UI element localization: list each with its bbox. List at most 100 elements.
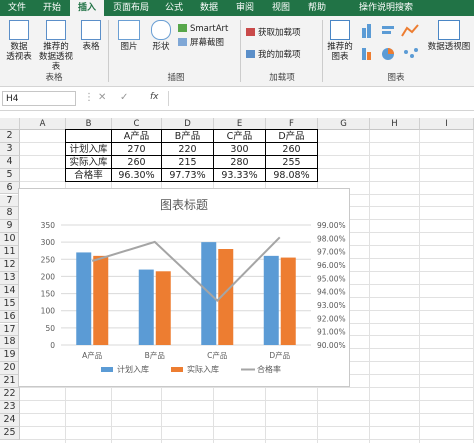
formula-input[interactable] bbox=[168, 91, 473, 106]
row-header[interactable]: 7 bbox=[0, 194, 20, 208]
screenshot-button[interactable]: 屏幕截图 bbox=[178, 38, 224, 49]
recommended-pivot-label: 推荐的 数据透视表 bbox=[38, 42, 73, 72]
tab-5[interactable]: 数据 bbox=[192, 0, 226, 16]
row-header[interactable]: 22 bbox=[0, 388, 20, 401]
y-axis-tick-label: 150 bbox=[41, 290, 56, 299]
table-cell[interactable]: 260 bbox=[265, 141, 318, 156]
ribbon-separator bbox=[108, 20, 109, 82]
get-addins-button[interactable]: 获取加载项 bbox=[246, 28, 301, 39]
column-header[interactable]: G bbox=[318, 118, 370, 130]
table-cell[interactable]: B产品 bbox=[161, 129, 214, 143]
more-icon[interactable]: ⋮ bbox=[84, 92, 94, 103]
table-cell[interactable]: 合格率 bbox=[65, 167, 112, 182]
row-header[interactable]: 21 bbox=[0, 375, 20, 388]
select-all-corner[interactable] bbox=[0, 118, 20, 130]
table-cell[interactable]: 280 bbox=[213, 154, 266, 169]
row-header[interactable]: 24 bbox=[0, 413, 20, 427]
row-header[interactable]: 6 bbox=[0, 181, 20, 195]
formula-bar: H4 ⋮ ✕ ✓ fx bbox=[0, 88, 474, 111]
row-header[interactable]: 20 bbox=[0, 362, 20, 376]
row-header[interactable]: 9 bbox=[0, 220, 20, 234]
table-cell[interactable]: 255 bbox=[265, 154, 318, 169]
row-header[interactable]: 11 bbox=[0, 246, 20, 259]
recommended-charts-button[interactable]: 推荐的 图表 bbox=[326, 20, 354, 62]
tab-9[interactable]: 操作说明搜索 bbox=[336, 0, 436, 16]
row-header[interactable]: 4 bbox=[0, 155, 20, 169]
row-header[interactable]: 17 bbox=[0, 323, 20, 337]
tab-3[interactable]: 页面布局 bbox=[106, 0, 156, 16]
chart-type-gallery[interactable] bbox=[360, 22, 422, 66]
tab-4[interactable]: 公式 bbox=[158, 0, 190, 16]
row-header[interactable]: 15 bbox=[0, 297, 20, 311]
shapes-label: 形状 bbox=[152, 42, 170, 52]
line-series-合格率 bbox=[91, 236, 281, 302]
pivot-chart-button[interactable]: 数据透视图 bbox=[424, 20, 474, 52]
y2-axis-tick-label: 90.00% bbox=[317, 341, 346, 350]
row-header[interactable]: 23 bbox=[0, 400, 20, 414]
bar-实际入库-A产品 bbox=[93, 255, 109, 345]
x-axis-tick-label: C产品 bbox=[207, 350, 227, 360]
column-header[interactable]: A bbox=[20, 118, 66, 130]
gridline bbox=[20, 412, 474, 414]
row-header[interactable]: 14 bbox=[0, 284, 20, 298]
table-cell[interactable] bbox=[65, 129, 112, 143]
table-cell[interactable]: 98.08% bbox=[265, 167, 318, 182]
pivot-table-label: 数据 透视表 bbox=[6, 42, 32, 62]
legend-label: 合格率 bbox=[257, 364, 281, 374]
table-icon bbox=[81, 20, 101, 40]
column-header[interactable]: I bbox=[420, 118, 474, 130]
group-label-charts: 图表 bbox=[387, 73, 405, 83]
row-header[interactable]: 3 bbox=[0, 142, 20, 156]
shapes-button[interactable]: 形状 bbox=[146, 20, 176, 52]
row-header[interactable]: 12 bbox=[0, 259, 20, 272]
table-cell[interactable]: 220 bbox=[161, 141, 214, 156]
table-cell[interactable]: 96.30% bbox=[111, 167, 162, 182]
recommended-charts-icon bbox=[330, 20, 350, 40]
row-header[interactable]: 2 bbox=[0, 130, 20, 143]
enter-icon[interactable]: ✓ bbox=[120, 92, 128, 103]
name-box[interactable]: H4 bbox=[2, 91, 76, 106]
recommended-pivot-icon bbox=[46, 20, 66, 40]
table-cell[interactable]: 93.33% bbox=[213, 167, 266, 182]
table-cell[interactable]: 300 bbox=[213, 141, 266, 156]
table-cell[interactable]: D产品 bbox=[265, 129, 318, 143]
gridline bbox=[369, 130, 370, 443]
chart-object[interactable]: 图表标题 0 50 100 150 200 250 300 350 90.00% 91.00% 92.… bbox=[18, 188, 350, 387]
row-header[interactable]: 13 bbox=[0, 271, 20, 285]
row-header[interactable]: 16 bbox=[0, 310, 20, 324]
gridline bbox=[20, 438, 474, 440]
pivot-table-button[interactable]: 数据 透视表 bbox=[2, 20, 36, 62]
insert-function-icon[interactable]: fx bbox=[150, 92, 159, 102]
recommended-pivot-button[interactable]: 推荐的 数据透视表 bbox=[36, 20, 76, 72]
tab-7[interactable]: 视图 bbox=[264, 0, 298, 16]
row-header[interactable]: 5 bbox=[0, 168, 20, 182]
table-cell[interactable]: 计划入库 bbox=[65, 141, 112, 156]
ribbon-separator bbox=[322, 20, 323, 82]
tab-6[interactable]: 审阅 bbox=[228, 0, 262, 16]
row-header[interactable]: 25 bbox=[0, 426, 20, 440]
my-addins-button[interactable]: 我的加载项 bbox=[246, 50, 301, 61]
table-cell[interactable]: A产品 bbox=[111, 129, 162, 143]
table-cell[interactable]: C产品 bbox=[213, 129, 266, 143]
column-header[interactable]: H bbox=[370, 118, 420, 130]
table-cell[interactable]: 270 bbox=[111, 141, 162, 156]
y2-axis-tick-label: 97.00% bbox=[317, 248, 346, 257]
tab-8[interactable]: 帮助 bbox=[300, 0, 334, 16]
row-header[interactable]: 8 bbox=[0, 207, 20, 221]
pictures-button[interactable]: 图片 bbox=[114, 20, 144, 52]
table-cell[interactable]: 260 bbox=[111, 154, 162, 169]
cancel-icon[interactable]: ✕ bbox=[98, 92, 106, 103]
tab-1[interactable]: 开始 bbox=[36, 0, 68, 16]
pivot-chart-label: 数据透视图 bbox=[427, 42, 471, 52]
chart-title: 图表标题 bbox=[160, 198, 208, 212]
smartart-button[interactable]: SmartArt bbox=[178, 24, 228, 35]
tab-0[interactable]: 文件 bbox=[0, 0, 34, 16]
row-header[interactable]: 18 bbox=[0, 336, 20, 350]
row-header[interactable]: 10 bbox=[0, 233, 20, 247]
table-cell[interactable]: 实际入库 bbox=[65, 154, 112, 169]
table-cell[interactable]: 215 bbox=[161, 154, 214, 169]
table-cell[interactable]: 97.73% bbox=[161, 167, 214, 182]
row-header[interactable]: 19 bbox=[0, 349, 20, 363]
tab-2[interactable]: 插入 bbox=[70, 0, 104, 16]
table-button[interactable]: 表格 bbox=[78, 20, 104, 52]
